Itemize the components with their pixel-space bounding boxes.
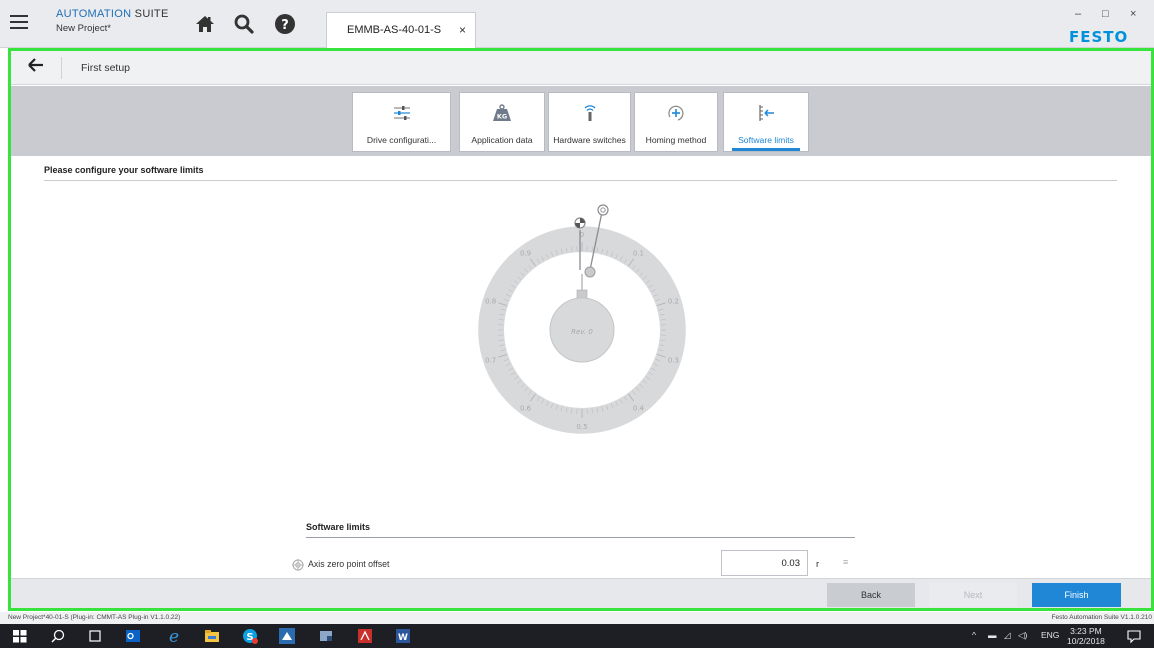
page-title: First setup [81,62,130,74]
search-icon[interactable] [50,628,66,644]
network-icon[interactable]: ◿ [1004,630,1011,641]
status-text: New Project*40-01-S (Plug-in: CMMT-AS Pl… [8,614,180,621]
section-heading: Please configure your software limits [44,165,204,175]
windows-start-icon[interactable] [12,628,28,644]
dial-scale-label: 0.7 [485,357,496,365]
step-label: Application data [460,135,544,145]
close-window-button[interactable]: × [1130,8,1136,20]
nav-divider [61,57,62,79]
step-hardware-switches[interactable]: Hardware switches [548,92,631,152]
windows-taskbar: e S W ^ ▬ ◿ ◁) ENG 3:23 PM 10/2/2018 [0,624,1154,648]
dial-scale-label: 0.6 [520,405,532,413]
step-label: Software limits [724,135,808,145]
edge-icon[interactable]: e [166,628,182,644]
search-icon[interactable] [232,12,256,36]
section-divider [306,537,855,538]
divider [44,180,1117,181]
dial-scale-label: 0.5 [576,423,587,431]
software-limits-icon [756,103,776,128]
title-bar: AUTOMATION SUITE New Project* ? EMMB-AS-… [0,0,1154,48]
tab-device[interactable]: EMMB-AS-40-01-S × [326,12,476,48]
rotary-dial[interactable]: 00.10.20.30.40.50.60.70.80.9 Rev. 0 [476,196,688,440]
tab-label: EMMB-AS-40-01-S [347,24,441,36]
parameter-menu-icon[interactable]: ≡ [843,557,848,567]
axis-zero-point-offset-input[interactable]: 0.03 [721,550,808,576]
status-bar: New Project*40-01-S (Plug-in: CMMT-AS Pl… [0,612,1154,624]
dial-scale-label: 0.8 [485,297,496,305]
help-icon[interactable]: ? [273,12,297,36]
dial-scale-label: 0.3 [668,357,679,365]
file-explorer-icon[interactable] [204,628,220,644]
wizard-steps: Drive configurati... KG Application data… [11,86,1151,156]
step-label: Hardware switches [549,135,630,145]
close-tab-icon[interactable]: × [459,23,466,37]
version-text: Festo Automation Suite V1.1.0.210 [1052,614,1152,621]
festo-logo: FESTO [1069,28,1128,46]
dial-scale-label: 0.1 [633,249,644,257]
zero-offset-marker-icon [598,205,608,215]
hamburger-icon[interactable] [10,15,28,31]
maximize-button[interactable]: □ [1102,8,1109,20]
minimize-button[interactable]: – [1075,8,1081,20]
dial-zero-knob [585,267,595,277]
dial-center-label: Rev. 0 [571,328,593,336]
weight-kg-icon: KG [491,103,513,128]
step-label: Drive configurati... [353,135,450,145]
next-button[interactable]: Next [929,583,1017,607]
skype-icon[interactable]: S [242,628,258,644]
step-drive-configuration[interactable]: Drive configurati... [352,92,451,152]
outlook-icon[interactable] [125,628,141,644]
software-limits-title: Software limits [306,522,370,532]
clock-date: 10/2/2018 [1067,636,1105,646]
home-icon[interactable] [193,12,217,36]
unit-label: r [816,559,819,570]
task-view-icon[interactable] [87,628,103,644]
nav-bar: First setup [11,51,1151,85]
axis-zero-point-offset-label: Axis zero point offset [308,559,390,569]
homing-icon [666,103,686,128]
back-arrow-icon[interactable] [27,56,45,79]
dial-scale-label: 0.4 [633,405,645,413]
finish-button[interactable]: Finish [1032,583,1121,607]
language-indicator[interactable]: ENG [1041,630,1059,640]
svg-text:KG: KG [497,113,507,121]
step-label: Homing method [635,135,717,145]
svg-text:W: W [398,633,408,643]
volume-icon[interactable]: ◁) [1018,630,1027,641]
dial-scale-label: 0.2 [668,297,679,305]
notifications-icon[interactable] [1126,628,1142,644]
clock[interactable]: 3:23 PM 10/2/2018 [1067,626,1105,646]
app-icon[interactable] [318,628,334,644]
clock-time: 3:23 PM [1067,626,1105,636]
svg-text:e: e [169,628,179,644]
svg-text:?: ? [281,18,289,33]
app-name: AUTOMATION SUITE New Project* [56,8,169,34]
sliders-icon [392,103,412,128]
festo-app-icon[interactable] [279,628,295,644]
dial-scale-label: 0.9 [520,249,531,257]
tray-expand-icon[interactable]: ^ [972,630,976,640]
acrobat-icon[interactable] [357,628,373,644]
battery-icon[interactable]: ▬ [988,630,997,640]
back-button[interactable]: Back [827,583,915,607]
step-software-limits[interactable]: Software limits [723,92,809,152]
axis-offset-icon [292,558,304,576]
step-homing-method[interactable]: Homing method [634,92,718,152]
step-application-data[interactable]: KG Application data [459,92,545,152]
project-name: New Project* [56,23,169,34]
word-icon[interactable]: W [395,628,411,644]
sensor-icon [580,103,600,128]
